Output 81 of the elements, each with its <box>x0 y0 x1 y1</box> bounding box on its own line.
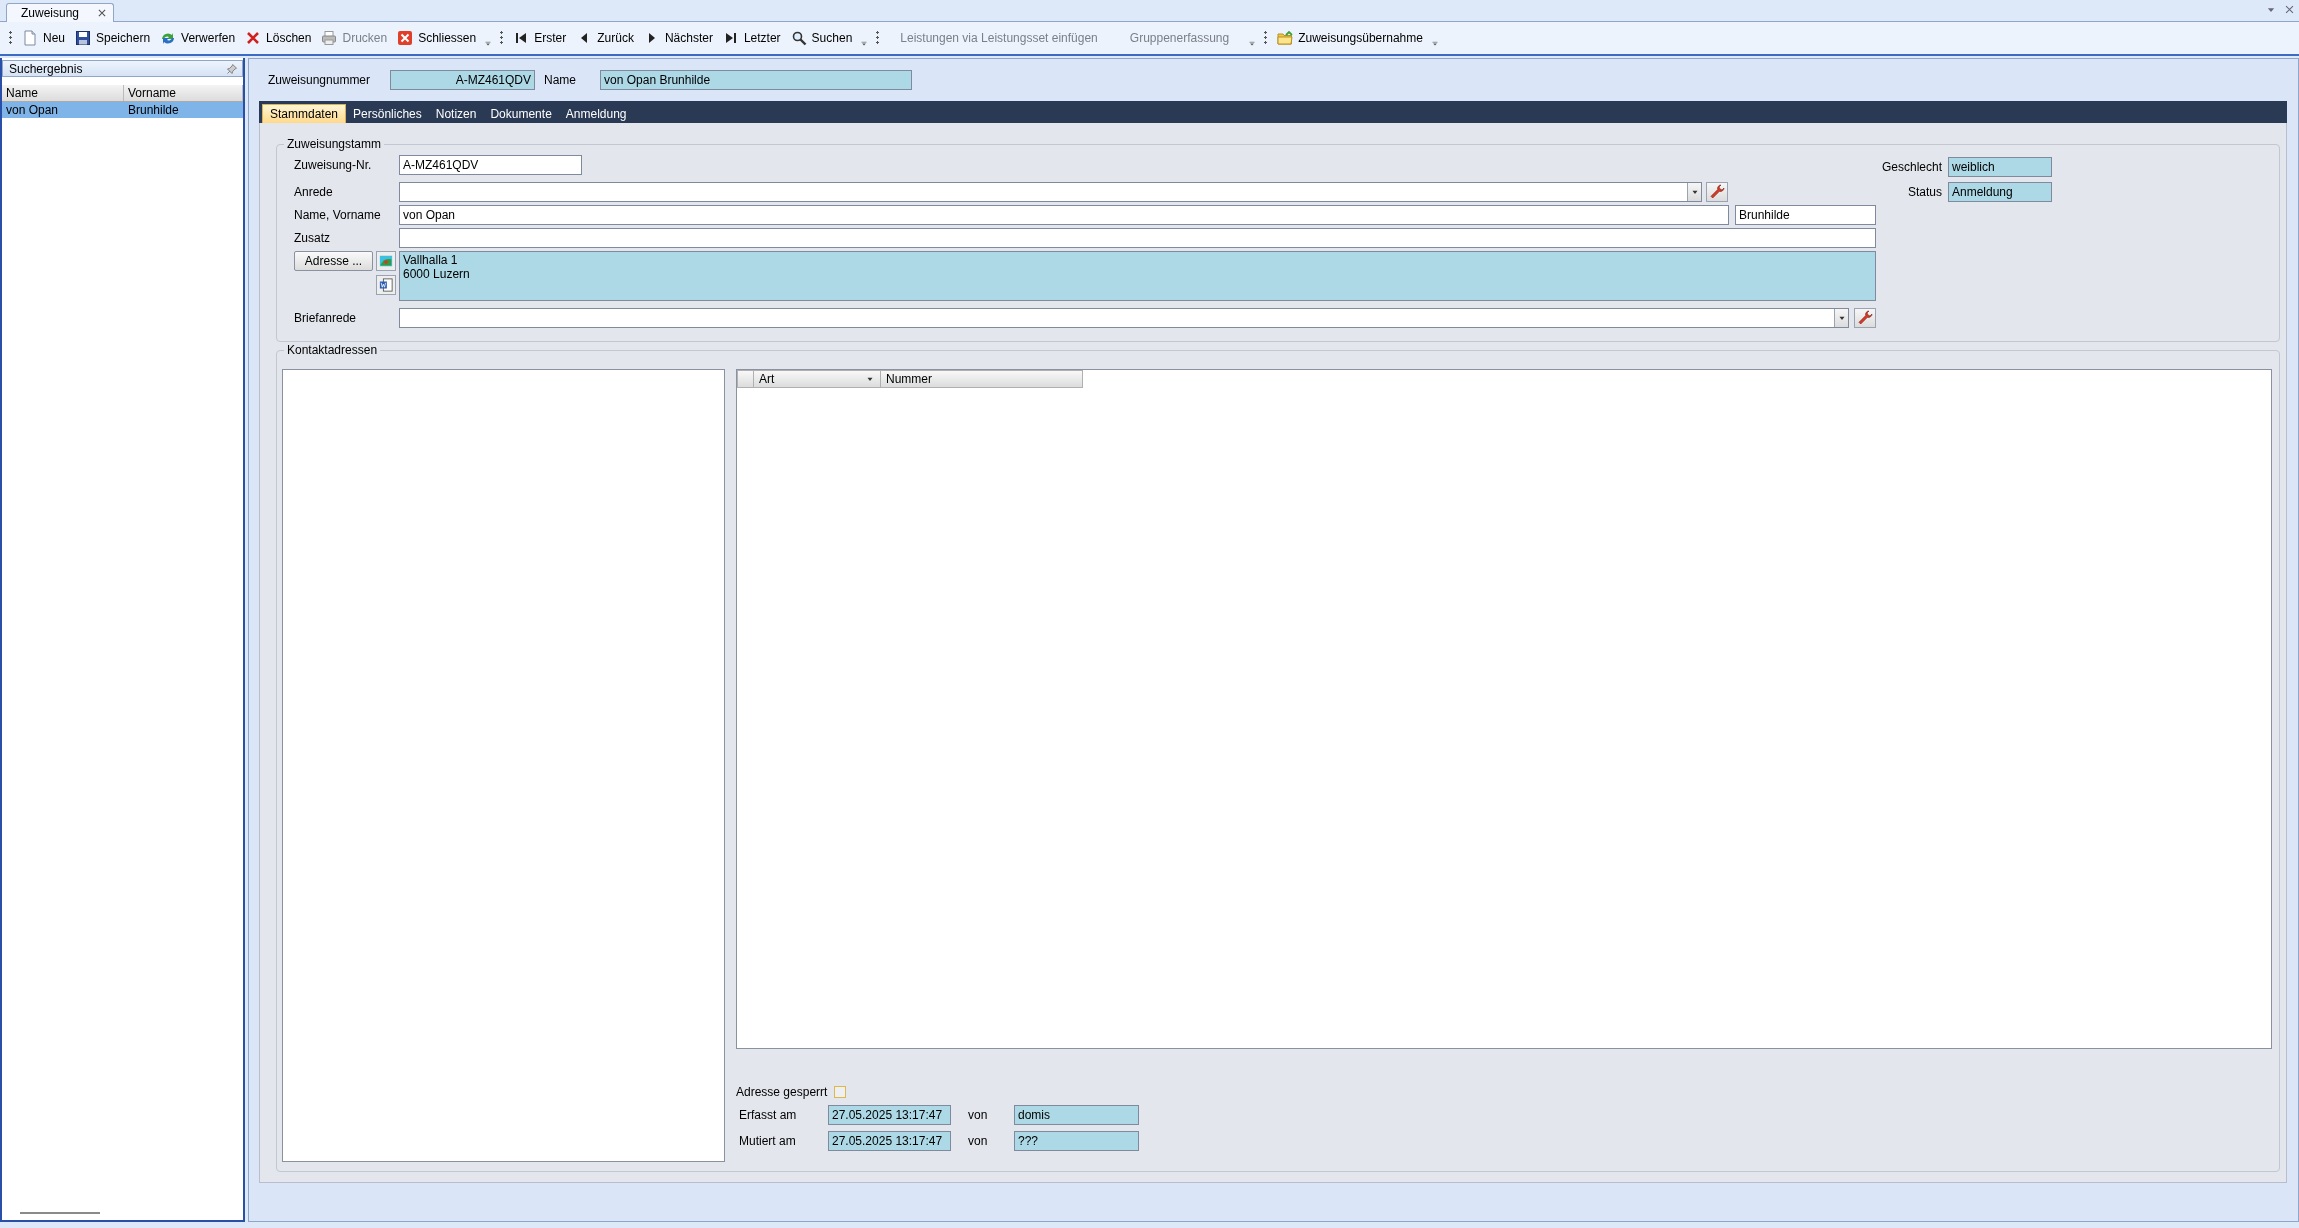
map-icon <box>379 254 393 268</box>
column-title: Nummer <box>886 372 932 386</box>
tab[interactable]: Dokumente <box>483 104 559 123</box>
address-text: Vallhalla 1 6000 Luzern <box>399 251 1876 301</box>
input-field[interactable] <box>399 228 1876 248</box>
field-label: Erfasst am <box>738 1108 798 1122</box>
read-only-field: ??? <box>1014 1131 1139 1151</box>
group-title: Kontaktadressen <box>284 343 381 357</box>
pin-icon[interactable] <box>226 62 238 75</box>
toolbar-button[interactable]: Erster <box>508 26 572 50</box>
read-only-field: weiblich <box>1948 157 2052 177</box>
field-label: von <box>968 1108 989 1122</box>
field-label: Anrede <box>294 185 334 199</box>
toolbar-button[interactable]: Schliessen <box>392 26 482 50</box>
close-icon[interactable] <box>97 8 108 18</box>
field-label: Status <box>1906 185 1942 199</box>
wrench-icon <box>1709 184 1725 200</box>
toolbar-button[interactable]: Zurück <box>571 26 639 50</box>
field-label: Zusatz <box>294 231 331 245</box>
wrench-button[interactable] <box>1706 182 1728 202</box>
tab-title: Zuweisung <box>21 6 80 20</box>
toolbar-button[interactable]: Letzter <box>717 26 786 50</box>
search-icon <box>790 30 807 46</box>
column-header[interactable]: Art <box>754 370 881 388</box>
checkbox[interactable] <box>834 1086 846 1098</box>
field-label: Adresse gesperrt <box>736 1085 828 1099</box>
field-label: von <box>968 1134 989 1148</box>
panel-title: Suchergebnis <box>9 61 83 76</box>
tab[interactable]: Notizen <box>428 104 484 123</box>
result-row[interactable]: von Opan Brunhilde <box>2 102 243 118</box>
read-only-field: domis <box>1014 1105 1139 1125</box>
column-header[interactable]: Vorname <box>124 85 243 101</box>
field-label: Name <box>544 73 576 87</box>
dropdown-field[interactable] <box>399 308 1849 328</box>
new-document-icon <box>22 30 38 46</box>
scrollbar-thumb[interactable] <box>20 1212 100 1214</box>
wrench-button[interactable] <box>1854 308 1876 328</box>
read-only-field: von Opan Brunhilde <box>600 70 912 90</box>
column-title: Art <box>759 372 775 386</box>
read-only-field: Anmeldung <box>1948 182 2052 202</box>
field-label: Mutiert am <box>738 1134 797 1148</box>
field-label: Zuweisungnummer <box>268 73 372 87</box>
wrench-icon <box>1857 310 1873 326</box>
table-cell-text: von Opan <box>5 102 60 118</box>
tab[interactable]: Stammdaten <box>262 104 347 123</box>
column-header[interactable]: Name <box>2 85 124 101</box>
toolbar-button[interactable]: Speichern <box>70 26 156 50</box>
document-tab[interactable]: Zuweisung <box>6 3 115 22</box>
map-button[interactable] <box>376 251 396 271</box>
toolbar-button[interactable]: Zuweisungsübernahme <box>1272 26 1428 50</box>
document-icon <box>379 278 393 292</box>
input-field[interactable]: Brunhilde <box>1735 205 1876 225</box>
group-title: Zuweisungstamm <box>284 137 385 151</box>
folder-icon <box>1277 30 1294 46</box>
toolbar-button[interactable]: Löschen <box>240 26 317 50</box>
field-label: Name, Vorname <box>294 208 382 222</box>
toolbar-button[interactable]: Verwerfen <box>155 26 241 50</box>
field-label: Briefanrede <box>294 311 358 325</box>
row-header-corner <box>737 370 754 388</box>
toolbar-button[interactable]: Nächster <box>638 26 718 50</box>
toolbar-button[interactable]: Suchen <box>785 26 858 50</box>
read-only-field: A-MZ461QDV <box>390 70 535 90</box>
cross-icon <box>245 30 262 46</box>
field-label: Zuweisung-Nr. <box>294 158 373 172</box>
tab[interactable]: Persönliches <box>346 104 429 123</box>
read-only-field: 27.05.2025 13:17:47 <box>828 1131 951 1151</box>
dropdown-field[interactable] <box>399 182 1702 202</box>
input-field[interactable]: A-MZ461QDV <box>399 155 582 175</box>
column-header[interactable]: Nummer <box>881 370 1083 388</box>
read-only-field: 27.05.2025 13:17:47 <box>828 1105 951 1125</box>
address-button[interactable]: Adresse ... <box>294 251 373 271</box>
close-icon <box>397 30 414 46</box>
tab[interactable]: Anmeldung <box>558 104 634 123</box>
input-field[interactable]: von Opan <box>399 205 1729 225</box>
table-cell-text: Brunhilde <box>127 102 180 118</box>
printer-icon <box>321 30 338 46</box>
field-label: Geschlecht <box>1882 160 1942 174</box>
close-icon[interactable] <box>2284 4 2295 15</box>
toolbar-button[interactable]: Neu <box>17 26 70 50</box>
circular-arrows-icon <box>160 30 177 46</box>
word-document-button[interactable] <box>376 275 396 295</box>
